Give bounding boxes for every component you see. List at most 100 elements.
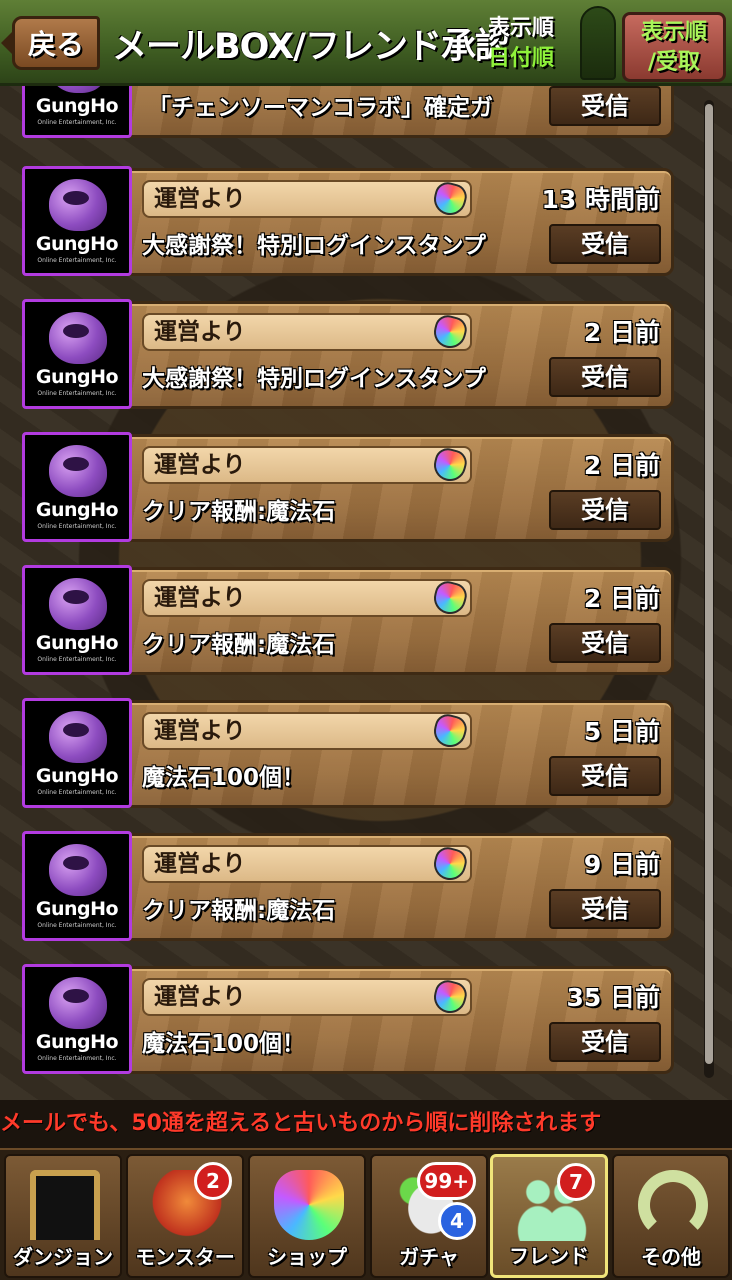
nav-gacha[interactable]: 99+ 4 ガチャ bbox=[370, 1154, 488, 1278]
mail-item-partial[interactable]: GungHo Online Entertainment, Inc. 「チェンソー… bbox=[22, 86, 674, 140]
mail-time: 5 日前 bbox=[583, 717, 660, 746]
avatar-brand: GungHo bbox=[35, 632, 119, 654]
receive-button[interactable]: 受信 bbox=[549, 756, 661, 796]
back-button[interactable]: 戻る bbox=[1, 16, 100, 70]
sort-order-value: 日付順 bbox=[488, 46, 555, 71]
mail-time: 2 日前 bbox=[583, 584, 660, 613]
mail-item[interactable]: GungHo Online Entertainment, Inc. 運営より 9… bbox=[22, 831, 674, 943]
avatar-subtitle: Online Entertainment, Inc. bbox=[37, 922, 117, 929]
avatar-brand: GungHo bbox=[35, 1031, 119, 1053]
receive-button[interactable]: 受信 bbox=[549, 490, 661, 530]
receive-button[interactable]: 受信 bbox=[549, 357, 661, 397]
deletion-warning: メールでも、50通を超えると古いものから順に削除されます bbox=[0, 1100, 732, 1148]
gungho-avatar: GungHo Online Entertainment, Inc. bbox=[22, 565, 132, 675]
nav-label: ショップ bbox=[267, 1245, 347, 1269]
mail-subject: クリア報酬:魔法石 bbox=[142, 632, 336, 658]
avatar-subtitle: Online Entertainment, Inc. bbox=[37, 390, 117, 397]
gungho-avatar: GungHo Online Entertainment, Inc. bbox=[22, 964, 132, 1074]
gungho-avatar: GungHo Online Entertainment, Inc. bbox=[22, 86, 132, 138]
receive-button[interactable]: 受信 bbox=[549, 86, 661, 126]
mail-sender: 運営より bbox=[142, 579, 472, 617]
receive-button[interactable]: 受信 bbox=[549, 224, 661, 264]
dragon-decoration-icon bbox=[580, 6, 616, 80]
mail-time: 2 日前 bbox=[583, 318, 660, 347]
sort-order-label[interactable]: 表示順 日付順 bbox=[488, 14, 583, 74]
sort-button-line1: 表示順 bbox=[640, 20, 707, 45]
mail-item[interactable]: GungHo Online Entertainment, Inc. 運営より 3… bbox=[22, 964, 674, 1076]
scrollbar-thumb[interactable] bbox=[705, 104, 713, 1064]
notification-badge: 99+ bbox=[417, 1162, 476, 1200]
mail-item[interactable]: GungHo Online Entertainment, Inc. 運営より 2… bbox=[22, 432, 674, 544]
gungho-logo-icon bbox=[49, 179, 107, 231]
avatar-subtitle: Online Entertainment, Inc. bbox=[37, 656, 117, 663]
gungho-logo-icon bbox=[49, 86, 107, 93]
nav-label: フレンド bbox=[509, 1244, 589, 1268]
mail-item[interactable]: GungHo Online Entertainment, Inc. 運営より 5… bbox=[22, 698, 674, 810]
nav-shop[interactable]: ショップ bbox=[248, 1154, 366, 1278]
receive-button[interactable]: 受信 bbox=[549, 889, 661, 929]
gungho-logo-icon bbox=[49, 711, 107, 763]
header-bar: 戻る メールBOX/フレンド承認 表示順 日付順 表示順 /受取 bbox=[0, 0, 732, 86]
nav-label: ダンジョン bbox=[13, 1245, 113, 1269]
mail-list[interactable]: GungHo Online Entertainment, Inc. 「チェンソー… bbox=[0, 86, 732, 1094]
avatar-brand: GungHo bbox=[35, 233, 119, 255]
avatar-brand: GungHo bbox=[35, 898, 119, 920]
mail-sender: 運営より bbox=[142, 446, 472, 484]
question-mark-icon bbox=[638, 1170, 708, 1240]
avatar-brand: GungHo bbox=[35, 499, 119, 521]
gungho-avatar: GungHo Online Entertainment, Inc. bbox=[22, 299, 132, 409]
nav-dungeon[interactable]: ダンジョン bbox=[4, 1154, 122, 1278]
avatar-brand: GungHo bbox=[35, 95, 119, 117]
secondary-badge: 4 bbox=[438, 1202, 476, 1240]
avatar-subtitle: Online Entertainment, Inc. bbox=[37, 523, 117, 530]
avatar-subtitle: Online Entertainment, Inc. bbox=[37, 789, 117, 796]
nav-label: ガチャ bbox=[399, 1245, 459, 1269]
nav-other[interactable]: その他 bbox=[612, 1154, 730, 1278]
receive-button[interactable]: 受信 bbox=[549, 623, 661, 663]
nav-friend[interactable]: 7 フレンド bbox=[490, 1154, 608, 1278]
dungeon-gate-icon bbox=[30, 1170, 100, 1240]
mail-item[interactable]: GungHo Online Entertainment, Inc. 運営より 2… bbox=[22, 565, 674, 677]
avatar-subtitle: Online Entertainment, Inc. bbox=[37, 257, 117, 264]
mail-time: 13 時間前 bbox=[541, 185, 661, 214]
notification-badge: 2 bbox=[194, 1162, 232, 1200]
mail-sender: 運営より bbox=[142, 978, 472, 1016]
mail-subject: クリア報酬:魔法石 bbox=[142, 898, 336, 924]
bottom-nav: ダンジョン 2 モンスター ショップ 99+ 4 ガチャ 7 フレンド その他 bbox=[0, 1148, 732, 1280]
mail-sender: 運営より bbox=[142, 180, 472, 218]
mail-sender: 運営より bbox=[142, 313, 472, 351]
mail-time: 35 日前 bbox=[566, 983, 661, 1012]
mail-subject: クリア報酬:魔法石 bbox=[142, 499, 336, 525]
mail-time: 9 日前 bbox=[583, 850, 660, 879]
gungho-logo-icon bbox=[49, 844, 107, 896]
gungho-logo-icon bbox=[49, 445, 107, 497]
avatar-subtitle: Online Entertainment, Inc. bbox=[37, 119, 117, 126]
gungho-avatar: GungHo Online Entertainment, Inc. bbox=[22, 166, 132, 276]
gungho-logo-icon bbox=[49, 578, 107, 630]
mail-subject: 魔法石100個！ bbox=[142, 1031, 306, 1057]
sort-button-line2: /受取 bbox=[647, 50, 701, 75]
mail-item[interactable]: GungHo Online Entertainment, Inc. 運営より 2… bbox=[22, 299, 674, 411]
avatar-brand: GungHo bbox=[35, 366, 119, 388]
notification-badge: 7 bbox=[557, 1163, 595, 1201]
nav-monster[interactable]: 2 モンスター bbox=[126, 1154, 244, 1278]
mail-item[interactable]: GungHo Online Entertainment, Inc. 運営より 1… bbox=[22, 166, 674, 278]
sort-receive-button[interactable]: 表示順 /受取 bbox=[622, 12, 726, 82]
nav-label: モンスター bbox=[135, 1245, 235, 1269]
mail-subject: 大感謝祭！特別ログインスタンプ bbox=[142, 366, 486, 392]
mail-sender: 運営より bbox=[142, 845, 472, 883]
nav-label: その他 bbox=[641, 1245, 701, 1269]
gungho-avatar: GungHo Online Entertainment, Inc. bbox=[22, 698, 132, 808]
mail-sender: 運営より bbox=[142, 712, 472, 750]
mail-subject: 「チェンソーマンコラボ」確定ガ bbox=[148, 95, 493, 121]
page-title: メールBOX/フレンド承認 bbox=[112, 27, 510, 67]
mail-subject: 大感謝祭！特別ログインスタンプ bbox=[142, 233, 486, 259]
mail-time: 2 日前 bbox=[583, 451, 660, 480]
magic-stone-icon bbox=[274, 1170, 344, 1240]
receive-button[interactable]: 受信 bbox=[549, 1022, 661, 1062]
mail-subject: 魔法石100個！ bbox=[142, 765, 306, 791]
avatar-brand: GungHo bbox=[35, 765, 119, 787]
gungho-avatar: GungHo Online Entertainment, Inc. bbox=[22, 432, 132, 542]
gungho-avatar: GungHo Online Entertainment, Inc. bbox=[22, 831, 132, 941]
gungho-logo-icon bbox=[49, 977, 107, 1029]
